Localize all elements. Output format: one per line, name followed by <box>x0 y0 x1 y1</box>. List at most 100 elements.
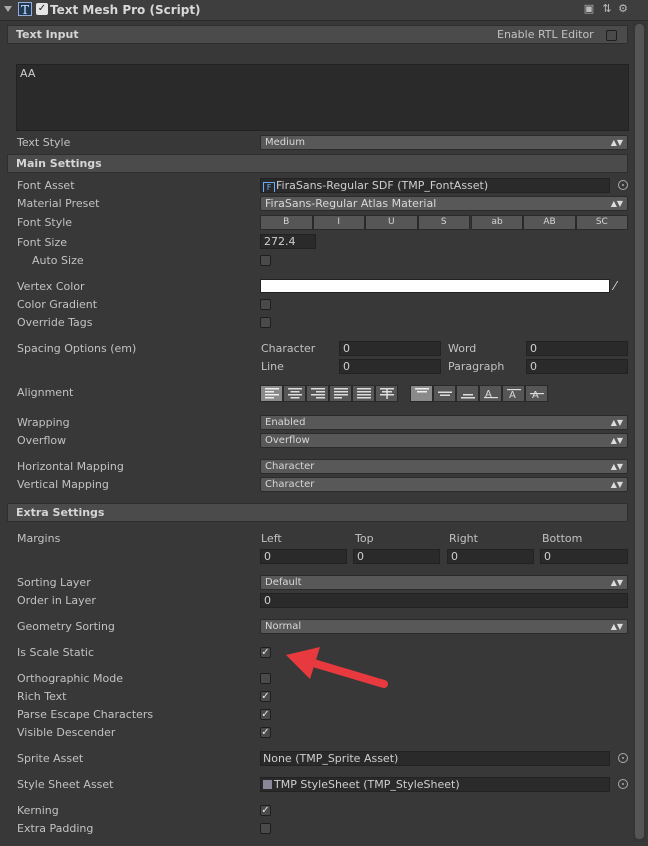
override-tags-checkbox[interactable] <box>260 317 271 328</box>
align-bottom-icon <box>460 394 475 399</box>
section-extra-settings[interactable]: Extra Settings <box>7 503 628 522</box>
italic-button[interactable]: I <box>312 215 365 230</box>
preset-icon[interactable]: ⇅ <box>600 2 614 16</box>
character-spacing-input[interactable]: 0 <box>339 341 441 356</box>
align-midline-button[interactable]: A <box>502 385 525 402</box>
alignment-label: Alignment <box>17 386 74 399</box>
line-spacing-label: Line <box>261 360 284 373</box>
align-capline-icon: A <box>529 390 544 399</box>
visible-descender-checkbox[interactable]: ✓ <box>260 727 271 738</box>
text-style-dropdown[interactable]: Medium ▲▼ <box>260 135 628 150</box>
word-spacing-label: Word <box>448 342 477 355</box>
material-preset-dropdown[interactable]: FiraSans-Regular Atlas Material ▲▼ <box>260 196 628 211</box>
horizontal-mapping-dropdown[interactable]: Character ▲▼ <box>260 459 628 474</box>
vertex-color-label: Vertex Color <box>17 280 85 293</box>
style-sheet-value: TMP StyleSheet (TMP_StyleSheet) <box>274 778 460 791</box>
align-bottom-button[interactable] <box>456 385 479 402</box>
align-left-button[interactable] <box>260 385 283 402</box>
overflow-dropdown[interactable]: Overflow ▲▼ <box>260 433 628 448</box>
wrapping-dropdown[interactable]: Enabled ▲▼ <box>260 415 628 430</box>
line-spacing-input[interactable]: 0 <box>339 359 441 374</box>
align-center-button[interactable] <box>283 385 306 402</box>
scrollbar-thumb[interactable] <box>635 24 644 839</box>
margin-bottom-input[interactable]: 0 <box>540 549 628 564</box>
align-capline-button[interactable]: A <box>525 385 548 402</box>
extra-padding-checkbox[interactable] <box>260 823 271 834</box>
object-picker-icon[interactable] <box>618 753 628 763</box>
component-enabled-checkbox[interactable]: ✓ <box>36 3 48 15</box>
reference-icon[interactable]: ▣ <box>582 2 596 16</box>
style-sheet-label: Style Sheet Asset <box>17 778 114 791</box>
orthographic-mode-checkbox[interactable] <box>260 673 271 684</box>
align-justified-icon <box>333 388 348 399</box>
align-middle-button[interactable] <box>433 385 456 402</box>
strikethrough-button[interactable]: S <box>417 215 470 230</box>
parse-escape-label: Parse Escape Characters <box>17 708 154 721</box>
align-flush-button[interactable] <box>352 385 375 402</box>
align-flush-icon <box>356 388 371 399</box>
align-center-icon <box>287 388 302 399</box>
rtl-editor-checkbox[interactable] <box>606 30 617 41</box>
font-style-label: Font Style <box>17 216 73 229</box>
align-baseline-icon: A <box>483 389 498 399</box>
section-main-settings[interactable]: Main Settings <box>7 154 628 173</box>
order-in-layer-input[interactable]: 0 <box>260 593 628 608</box>
spacing-options-label: Spacing Options (em) <box>17 342 137 355</box>
dropdown-arrow-icon: ▲▼ <box>610 436 623 445</box>
sorting-layer-label: Sorting Layer <box>17 576 91 589</box>
material-preset-label: Material Preset <box>17 197 100 210</box>
align-right-button[interactable] <box>306 385 329 402</box>
extra-padding-label: Extra Padding <box>17 822 94 835</box>
object-picker-icon[interactable] <box>618 180 628 190</box>
svg-text:A: A <box>509 390 516 399</box>
font-size-input[interactable]: 272.4 <box>260 234 316 249</box>
text-input-area[interactable]: AA <box>16 64 629 131</box>
smallcaps-button[interactable]: SC <box>575 215 628 230</box>
vertical-mapping-dropdown[interactable]: Character ▲▼ <box>260 477 628 492</box>
margin-right-input[interactable]: 0 <box>447 549 534 564</box>
align-geometry-center-button[interactable] <box>375 385 398 402</box>
object-picker-icon[interactable] <box>618 779 628 789</box>
section-title: Main Settings <box>16 157 102 170</box>
gear-icon[interactable]: ⚙ <box>616 2 630 16</box>
wrapping-value: Enabled <box>265 417 306 428</box>
orthographic-mode-label: Orthographic Mode <box>17 672 123 685</box>
color-gradient-checkbox[interactable] <box>260 299 271 310</box>
margin-left-input[interactable]: 0 <box>260 549 347 564</box>
font-asset-value: FiraSans-Regular SDF (TMP_FontAsset) <box>276 179 489 192</box>
margins-label: Margins <box>17 532 61 545</box>
paragraph-spacing-label: Paragraph <box>448 360 505 373</box>
margin-top-input[interactable]: 0 <box>353 549 440 564</box>
is-scale-static-checkbox[interactable]: ✓ <box>260 647 271 658</box>
dropdown-arrow-icon: ▲▼ <box>610 578 623 587</box>
margin-left-label: Left <box>261 532 282 545</box>
sprite-asset-field[interactable]: None (TMP_Sprite Asset) <box>260 751 610 766</box>
eyedropper-icon[interactable]: ⁄ <box>614 279 628 293</box>
align-baseline-button[interactable]: A <box>479 385 502 402</box>
foldout-arrow-icon[interactable] <box>4 6 12 12</box>
parse-escape-checkbox[interactable]: ✓ <box>260 709 271 720</box>
style-sheet-field[interactable]: TMP StyleSheet (TMP_StyleSheet) <box>260 777 610 792</box>
align-justified-button[interactable] <box>329 385 352 402</box>
rich-text-checkbox[interactable]: ✓ <box>260 691 271 702</box>
vertex-color-swatch[interactable] <box>260 279 610 293</box>
kerning-label: Kerning <box>17 804 59 817</box>
kerning-checkbox[interactable]: ✓ <box>260 805 271 816</box>
paragraph-spacing-input[interactable]: 0 <box>526 359 628 374</box>
horizontal-mapping-label: Horizontal Mapping <box>17 460 124 473</box>
underline-button[interactable]: U <box>365 215 418 230</box>
margin-top-label: Top <box>355 532 374 545</box>
word-spacing-input[interactable]: 0 <box>526 341 628 356</box>
align-top-button[interactable] <box>410 385 433 402</box>
font-asset-field[interactable]: F FiraSans-Regular SDF (TMP_FontAsset) <box>260 178 610 193</box>
font-size-label: Font Size <box>17 236 68 249</box>
geometry-sorting-dropdown[interactable]: Normal ▲▼ <box>260 619 628 634</box>
sorting-layer-dropdown[interactable]: Default ▲▼ <box>260 575 628 590</box>
character-spacing-label: Character <box>261 342 316 355</box>
bold-button[interactable]: B <box>260 215 313 230</box>
uppercase-button[interactable]: AB <box>523 215 576 230</box>
auto-size-checkbox[interactable] <box>260 255 271 266</box>
order-in-layer-label: Order in Layer <box>17 594 96 607</box>
lowercase-button[interactable]: ab <box>471 215 524 230</box>
dropdown-arrow-icon: ▲▼ <box>610 622 623 631</box>
